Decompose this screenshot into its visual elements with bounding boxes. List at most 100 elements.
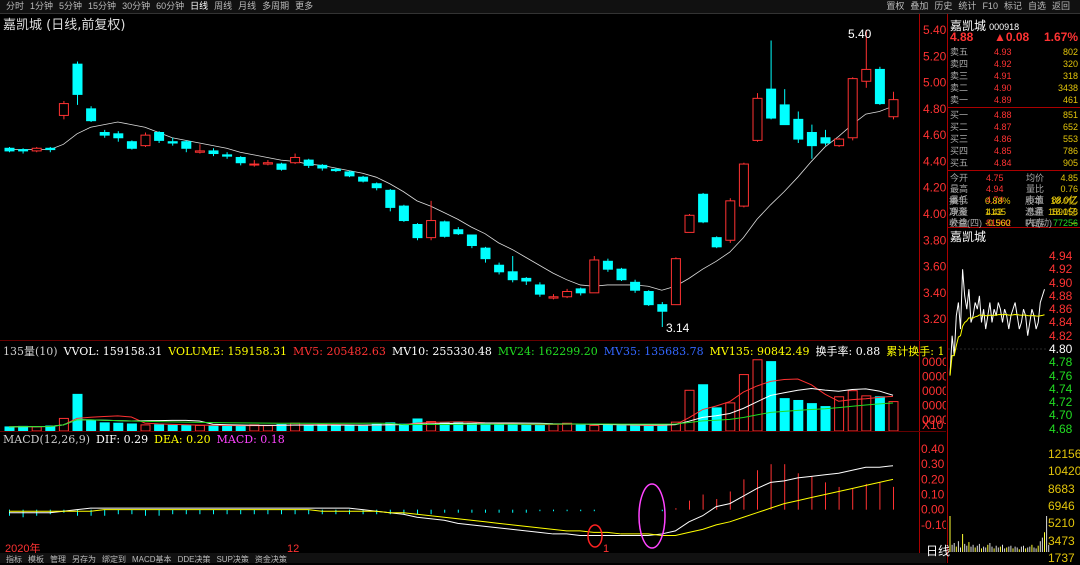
macd-axis-label: 0.10 (921, 488, 945, 502)
bottom-tab-3[interactable]: 另存为 (69, 555, 99, 565)
bottom-tab-5[interactable]: MACD基本 (129, 555, 175, 565)
volume-bar (752, 359, 763, 432)
mini-volume-axis-label: 5210 (1048, 516, 1075, 531)
volume-bar (548, 423, 559, 432)
mini-tab-daily[interactable]: 日线 (926, 542, 950, 559)
candle (521, 277, 532, 285)
candle (616, 267, 627, 282)
mini-price-axis-label: 4.74 (1049, 381, 1073, 396)
mini-price-axis-label: 4.70 (1049, 408, 1073, 423)
candle (698, 192, 709, 224)
candle (684, 213, 695, 233)
candle (167, 137, 178, 146)
macd-axis-label: -0.10 (921, 518, 946, 532)
candle (358, 175, 369, 183)
price-change: ▲0.08 (994, 30, 1030, 44)
panel-separator (0, 340, 946, 341)
volume-axis-label: 0000 (922, 370, 946, 384)
candle (507, 256, 518, 283)
volume-bar (793, 399, 804, 432)
bid-row: 买五 4.84 905 (950, 158, 1078, 168)
toolbar-button-3[interactable]: 统计 (955, 0, 979, 13)
price-axis-label: 4.80 (923, 102, 946, 116)
price-axis-label: 5.00 (923, 76, 946, 90)
mini-volume-axis-label: 8683 (1048, 481, 1075, 496)
stat-row: 今开 4.75 均价 4.85 (950, 173, 1078, 183)
bottom-tab-6[interactable]: DDE决策 (175, 555, 214, 565)
bottom-tab-8[interactable]: 资金决策 (252, 555, 290, 565)
candle (72, 61, 83, 105)
price-axis-label: 4.00 (923, 207, 946, 221)
macd-axis-label: 0.20 (921, 472, 945, 486)
volume-bar (711, 407, 722, 432)
toolbar-button-7[interactable]: 返回 (1049, 0, 1073, 13)
price-axis-label: 5.40 (923, 23, 946, 37)
volume-axis-label: 0000 (922, 384, 946, 398)
candle (793, 111, 804, 144)
candle (371, 182, 382, 191)
annotation-circle (638, 483, 666, 549)
dif-line (9, 465, 894, 536)
annotation-circle (587, 524, 603, 548)
intraday-avg-line (949, 313, 1045, 376)
volume-bar (847, 390, 858, 432)
candle (548, 294, 559, 300)
candle (344, 170, 355, 178)
ask-row: 卖一 4.89 461 (950, 95, 1078, 105)
candle (126, 140, 137, 150)
toolbar-button-6[interactable]: 自选 (1025, 0, 1049, 13)
volume-bar (888, 401, 899, 432)
price-axis-label: 3.60 (923, 260, 946, 274)
candle (847, 77, 858, 141)
candle (874, 66, 885, 105)
price-axis-label: 5.20 (923, 49, 946, 63)
macd-axis-label: 0.00 (921, 503, 945, 517)
candle (385, 189, 396, 212)
candle (86, 106, 97, 122)
toolbar-button-4[interactable]: F10 (979, 0, 1001, 13)
candle (575, 287, 586, 296)
bottom-tab-1[interactable]: 模板 (25, 555, 47, 565)
candle (317, 164, 328, 171)
bottom-tab-7[interactable]: SUP决策 (213, 555, 251, 565)
candle (466, 234, 477, 249)
mini-volume-axis-label: 6946 (1048, 498, 1075, 513)
toolbar-button-5[interactable]: 标记 (1001, 0, 1025, 13)
mini-volume-axis-label: 10420 (1048, 464, 1080, 479)
bottom-tab-4[interactable]: 绑定到 (99, 555, 129, 565)
high-price-label: 5.40 (848, 27, 872, 41)
volume-axis-label: 0000 (922, 399, 946, 413)
ask-row: 卖五 4.93 802 (950, 47, 1078, 57)
volume-bar (725, 402, 736, 432)
macd-axis-label: 0.30 (921, 457, 945, 471)
bottom-tab-0[interactable]: 指标 (3, 555, 25, 565)
candle (31, 146, 42, 153)
last-price: 4.88 (950, 30, 974, 44)
volume-bar (738, 374, 749, 432)
mini-price-axis-label: 4.76 (1049, 368, 1073, 383)
candle (630, 279, 641, 293)
candle (140, 132, 151, 147)
candle (208, 148, 219, 157)
candle (398, 204, 409, 222)
mini-price-axis-label: 4.72 (1049, 395, 1073, 410)
candle (262, 160, 273, 166)
candle (18, 148, 29, 154)
volume-bar (698, 384, 709, 432)
price-axis-label: 4.20 (923, 181, 946, 195)
candle (589, 256, 600, 294)
mini-price-axis-label: 4.68 (1049, 421, 1073, 436)
volume-bar (126, 423, 137, 432)
price-chart[interactable]: 5.40 5.20 5.00 4.80 4.60 4.40 4.20 4.00 3.80 3.60… (0, 0, 946, 563)
low-price-label: 3.14 (666, 321, 690, 335)
mini-price-axis-label: 4.78 (1049, 355, 1073, 370)
candle (711, 236, 722, 249)
mini-price-axis-label: 4.90 (1049, 275, 1073, 290)
bottom-tab-2[interactable]: 管理 (47, 555, 69, 565)
volume-header: 135量(10) VVOL: 159158.31 VOLUME: 159158.31… (3, 345, 945, 358)
mini-price-axis-label: 4.92 (1049, 262, 1073, 277)
candle (412, 223, 423, 241)
mini-price-axis-label: 4.88 (1049, 288, 1073, 303)
volume-bar (834, 396, 845, 432)
candle (58, 100, 69, 120)
